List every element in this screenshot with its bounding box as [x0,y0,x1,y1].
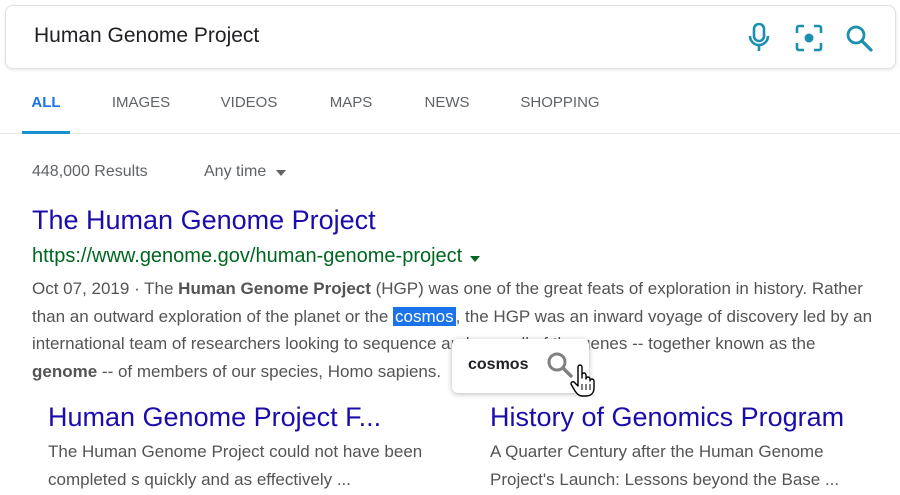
microphone-icon[interactable] [741,20,777,56]
search-tabs: ALL IMAGES VIDEOS MAPS NEWS SHOPPING [0,76,900,134]
hand-cursor-icon [570,364,596,403]
results-count: 448,000 Results [32,163,148,180]
popup-word: cosmos [468,356,529,373]
sublink-2: History of Genomics Program A Quarter Ce… [490,402,885,494]
tab-all[interactable]: ALL [22,76,70,134]
sublink-1-title[interactable]: Human Genome Project F... [48,402,428,433]
sublink-2-title[interactable]: History of Genomics Program [490,402,885,433]
search-bar[interactable]: Human Genome Project [5,5,896,69]
result-url-link[interactable]: https://www.genome.gov/human-genome-proj… [32,245,481,268]
search-input[interactable]: Human Genome Project [34,24,259,48]
search-icon[interactable] [841,20,877,56]
sublink-2-snippet: A Quarter Century after the Human Genome… [490,442,840,489]
sublink-1: Human Genome Project F... The Human Geno… [48,402,428,494]
sublink-1-snippet: The Human Genome Project could not have … [48,442,423,489]
result-title-link[interactable]: The Human Genome Project [32,205,376,236]
tab-news[interactable]: NEWS [418,76,476,134]
selection-search-popup[interactable]: cosmos [452,339,589,393]
tab-maps[interactable]: MAPS [322,76,380,134]
caret-down-icon [276,170,287,176]
tab-shopping[interactable]: SHOPPING [514,76,606,134]
time-filter-label: Any time [204,163,267,180]
time-filter-dropdown[interactable]: Any time [204,163,287,181]
result-url: https://www.genome.gov/human-genome-proj… [32,245,463,267]
selected-word-highlight[interactable]: cosmos [393,306,456,326]
tab-images[interactable]: IMAGES [106,76,176,134]
url-menu-caret-icon[interactable] [470,255,481,262]
camera-lens-icon[interactable] [791,20,827,56]
tab-videos[interactable]: VIDEOS [214,76,284,134]
